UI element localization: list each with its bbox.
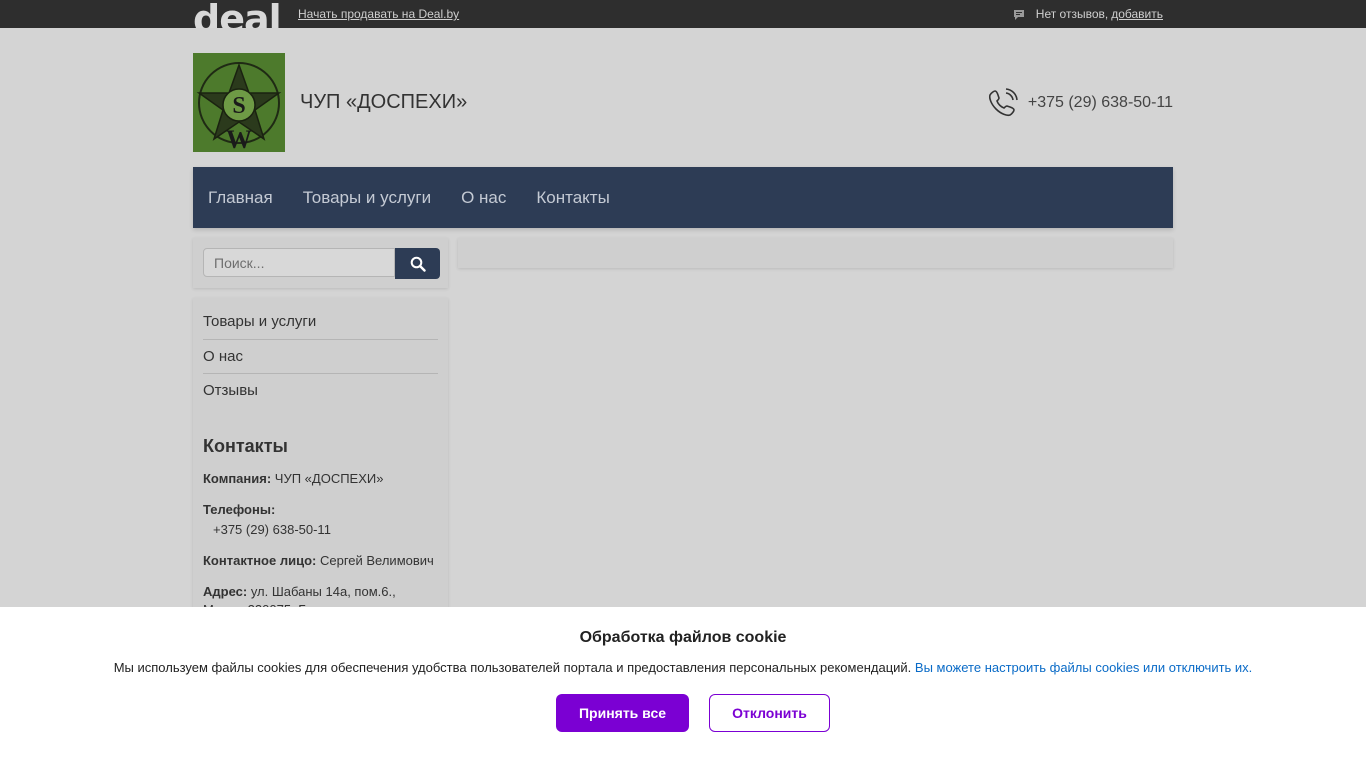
contacts-title: Контакты (203, 436, 288, 456)
search-input[interactable] (203, 248, 395, 277)
contact-phones: Телефоны: (203, 501, 438, 519)
cookie-description: Мы используем файлы cookies для обеспече… (113, 660, 912, 675)
nav-item-contacts[interactable]: Контакты (536, 188, 609, 208)
content-area (458, 238, 1173, 268)
address-label: Адрес: (203, 584, 248, 599)
person-label: Контактное лицо: (203, 553, 317, 568)
start-selling-link[interactable]: Начать продавать на Deal.by (298, 7, 459, 21)
company-name: ЧУП «ДОСПЕХИ» (300, 91, 468, 113)
accept-all-button[interactable]: Принять все (556, 694, 689, 732)
logo-letter-w: W (226, 125, 252, 152)
company-label: Компания: (203, 471, 272, 486)
person-value: Сергей Велимович (319, 553, 434, 568)
logo-letter-s: S (232, 93, 245, 119)
sidebar: Товары и услуги О нас Отзывы Контакты Ко… (193, 298, 448, 618)
header-phone-number: +375 (29) 638-50-11 (1027, 94, 1173, 111)
no-reviews-text: Нет отзывов, (1035, 7, 1109, 21)
search-box (193, 238, 448, 288)
cookie-settings-link[interactable]: Вы можете настроить файлы cookies или от… (915, 660, 1252, 675)
nav-item-about[interactable]: О нас (461, 188, 506, 208)
nav-item-products[interactable]: Товары и услуги (303, 188, 431, 208)
contact-person: Контактное лицо: Сергей Велимович (203, 552, 438, 570)
search-icon (410, 256, 426, 272)
phone-icon (988, 88, 1018, 117)
top-bar: deal Начать продавать на Deal.by Нет отз… (0, 0, 1366, 28)
nav-item-home[interactable]: Главная (208, 188, 273, 208)
sidebar-item-about[interactable]: О нас (203, 340, 438, 374)
header-phone[interactable]: +375 (29) 638-50-11 (987, 87, 1173, 119)
sidebar-item-products[interactable]: Товары и услуги (203, 298, 438, 340)
company-value: ЧУП «ДОСПЕХИ» (274, 471, 384, 486)
sidebar-item-reviews[interactable]: Отзывы (203, 374, 438, 408)
star-emblem-icon: S W (193, 53, 285, 152)
deal-logo[interactable]: deal (193, 0, 281, 28)
main-nav: Главная Товары и услуги О нас Контакты (193, 167, 1173, 228)
cookie-text: Мы используем файлы cookies для обеспече… (0, 660, 1366, 675)
contact-company: Компания: ЧУП «ДОСПЕХИ» (203, 470, 438, 488)
search-button[interactable] (395, 248, 440, 279)
decline-button[interactable]: Отклонить (709, 694, 830, 732)
reviews-widget: Нет отзывов, добавить (1013, 7, 1163, 21)
add-review-link[interactable]: добавить (1111, 7, 1163, 21)
phones-label: Телефоны: (203, 502, 276, 517)
cookie-title: Обработка файлов cookie (579, 629, 787, 646)
cookie-banner: Обработка файлов cookie Мы используем фа… (0, 607, 1366, 768)
phones-value[interactable]: +375 (29) 638-50-11 (203, 521, 438, 539)
company-logo[interactable]: S W (193, 53, 285, 152)
chat-icon (1013, 9, 1024, 20)
